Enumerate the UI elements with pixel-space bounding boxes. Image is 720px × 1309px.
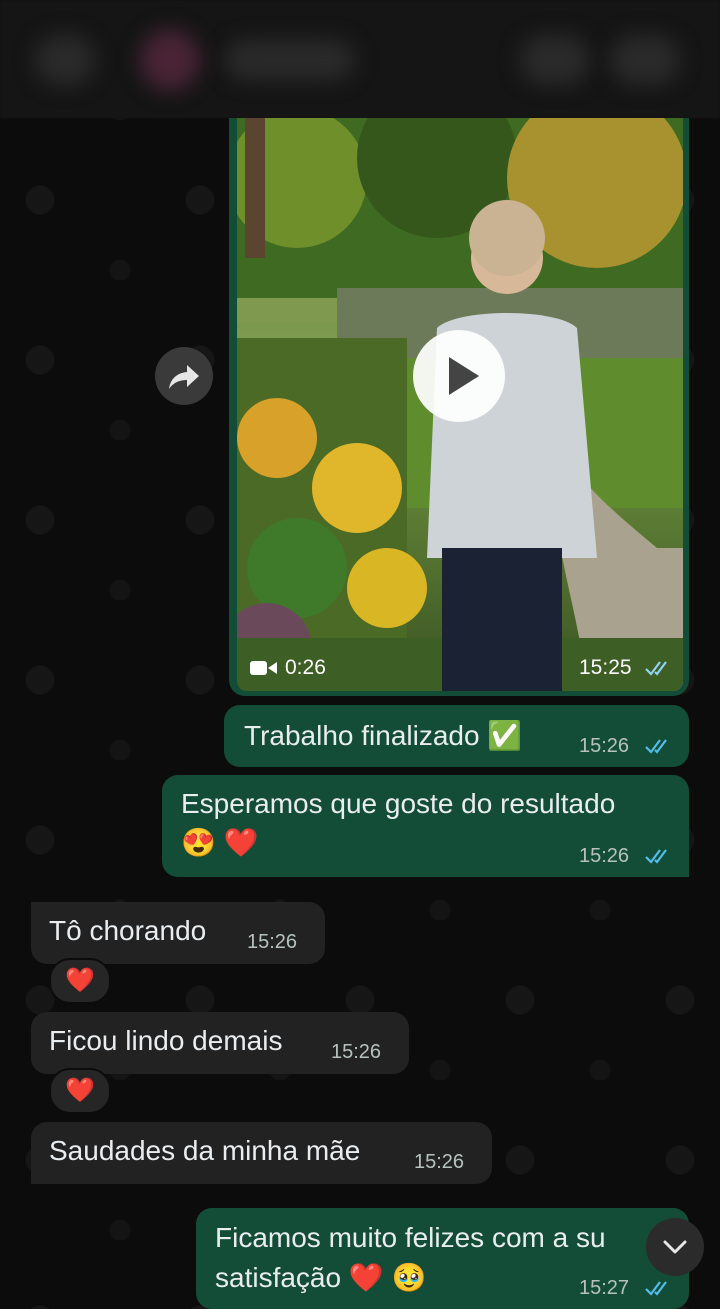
forward-button[interactable] (155, 347, 213, 405)
message-text-line2: 😍 ❤️ (181, 827, 259, 858)
read-ticks-icon (645, 1281, 667, 1296)
forward-icon (169, 365, 199, 389)
message-text: Saudades da minha mãe (49, 1135, 361, 1166)
back-button[interactable] (35, 35, 95, 85)
chevron-down-icon (663, 1240, 687, 1254)
message-time: 15:26 (331, 1041, 382, 1063)
scroll-to-bottom-button[interactable] (646, 1218, 704, 1276)
message-text: Tô chorando (49, 915, 207, 946)
reaction-badge[interactable]: ❤️ (49, 1068, 111, 1114)
message-time: 15:26 (247, 931, 298, 953)
reaction-badge[interactable]: ❤️ (49, 958, 111, 1004)
video-duration: 0:26 (285, 656, 326, 679)
message-time: 15:26 (414, 1151, 465, 1173)
chat-header (0, 0, 720, 118)
read-ticks-icon (645, 739, 667, 754)
message-text: Ficou lindo demais (49, 1025, 283, 1056)
video-call-icon[interactable] (520, 35, 590, 85)
message-time: 15:26 (579, 735, 630, 757)
call-icon[interactable] (610, 35, 680, 85)
message-text-line1: Ficamos muito felizes com a su (215, 1222, 606, 1253)
avatar[interactable] (140, 30, 200, 90)
message-text-line2: satisfação ❤️ 🥹 (215, 1262, 427, 1293)
video-timestamp: 15:25 (579, 656, 632, 679)
message-time: 15:26 (579, 845, 630, 867)
message-text-line1: Esperamos que goste do resultado (181, 788, 616, 819)
read-ticks-icon (645, 661, 667, 676)
play-button[interactable] (413, 330, 505, 422)
message-time: 15:27 (579, 1277, 630, 1299)
video-camera-icon (250, 661, 277, 675)
contact-name[interactable] (225, 40, 355, 80)
message-text: Trabalho finalizado ✅ (244, 720, 523, 751)
read-ticks-icon (645, 849, 667, 864)
